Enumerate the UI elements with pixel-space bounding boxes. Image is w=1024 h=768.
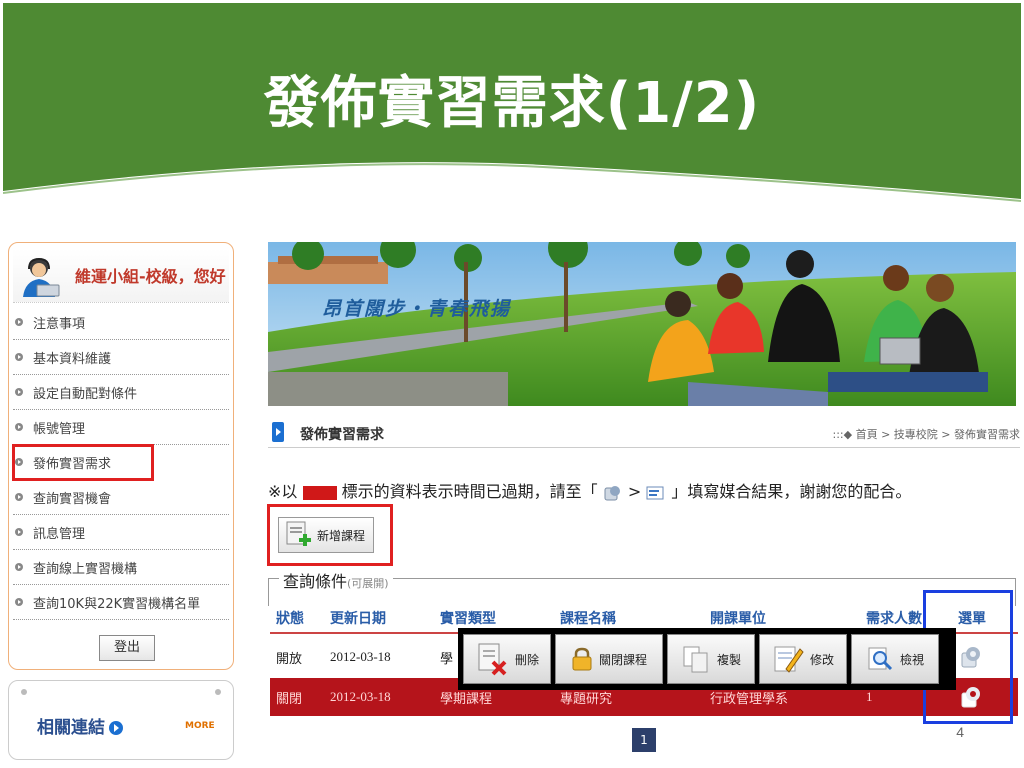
edit-icon [774, 646, 804, 673]
sidebar-item-basic-info[interactable]: 基本資料維護 [13, 340, 229, 375]
breadcrumb[interactable]: :::◆ 首頁 > 技專校院 > 發佈實習需求 [833, 426, 1021, 442]
user-avatar-icon [23, 257, 60, 297]
cell-date: 2012-03-18 [330, 689, 391, 704]
notice-text-2: 標示的資料表示時間已過期，請至「 [341, 482, 598, 501]
new-course-highlight: 新增課程 [267, 504, 393, 566]
close-course-label: 關閉課程 [598, 652, 647, 667]
notice-text-1: ※以 [268, 482, 298, 501]
embedded-screenshot: 維運小組-校級，您好 注意事項 基本資料維護 設定自動配對條件 帳號管理 發佈實… [4, 232, 1020, 762]
view-button[interactable]: 檢視 [851, 634, 939, 684]
sidebar-item-account[interactable]: 帳號管理 [13, 410, 229, 445]
banner-slogan: 昂首闊步・青春飛揚 [322, 298, 512, 320]
query-expand-hint: (可展開) [347, 577, 389, 590]
query-legend[interactable]: 查詢條件(可展開) [279, 568, 393, 592]
sidebar-item-messages[interactable]: 訊息管理 [13, 515, 229, 550]
row-action-popup: 刪除 關閉課程 複製 修改 檢視 [458, 628, 956, 690]
delete-label: 刪除 [514, 652, 539, 667]
cell-status: 開放 [276, 650, 303, 666]
more-link[interactable]: MORE [185, 721, 215, 731]
page-title: 發佈實習需求 [300, 427, 384, 443]
arrow-right-icon [109, 721, 123, 735]
bullet-icon [15, 318, 23, 326]
new-course-label: 新增課程 [317, 528, 366, 543]
query-legend-label: 查詢條件 [283, 572, 348, 591]
slide-title: 發佈實習需求(1/2) [263, 71, 761, 136]
bullet-icon [15, 458, 23, 466]
related-links-box: 相關連結 MORE [8, 680, 234, 760]
sidebar-item-label: 訊息管理 [33, 526, 86, 542]
sidebar-item-10k-22k[interactable]: 查詢10K與22K實習機構名單 [13, 585, 229, 620]
sidebar: 維運小組-校級，您好 注意事項 基本資料維護 設定自動配對條件 帳號管理 發佈實… [8, 242, 234, 670]
copy-label: 複製 [716, 652, 741, 667]
cell-status: 關閉 [276, 690, 303, 706]
bullet-icon [15, 598, 23, 606]
copy-icon [683, 646, 708, 673]
sidebar-menu: 注意事項 基本資料維護 設定自動配對條件 帳號管理 發佈實習需求 查詢實習機會 … [9, 305, 233, 620]
sidebar-item-auto-match[interactable]: 設定自動配對條件 [13, 375, 229, 410]
magnifier-icon [868, 647, 893, 671]
bullet-icon [15, 353, 23, 361]
dot-decoration [21, 689, 27, 695]
edit-button[interactable]: 修改 [759, 634, 847, 684]
view-label: 檢視 [899, 652, 924, 667]
bullet-icon [15, 493, 23, 501]
banner-image: 昂首闊步・青春飛揚 [268, 242, 1016, 406]
pagination-page-1[interactable]: 1 [632, 728, 656, 752]
delete-button[interactable]: 刪除 [463, 634, 551, 684]
edit-label: 修改 [809, 652, 834, 667]
sidebar-item-label: 查詢線上實習機構 [33, 561, 138, 577]
related-links-label: 相關連結 [37, 718, 105, 738]
cell-type: 學 [440, 650, 454, 666]
arrow-right-icon [272, 422, 284, 442]
sidebar-item-search-internship[interactable]: 查詢實習機會 [13, 480, 229, 515]
bullet-icon [15, 388, 23, 396]
bullet-icon [15, 563, 23, 571]
user-greeting: 維運小組-校級，您好 [75, 267, 226, 286]
user-box: 維運小組-校級，您好 [13, 249, 229, 303]
expired-color-swatch [302, 485, 337, 500]
bullet-icon [15, 528, 23, 536]
expired-notice: ※以 標示的資料表示時間已過期，請至「 > 」填寫媒合結果，謝謝您的配合。 [268, 478, 911, 502]
close-course-button[interactable]: 關閉課程 [555, 634, 663, 684]
query-fieldset[interactable]: 查詢條件(可展開) [268, 568, 1016, 606]
lock-icon [572, 647, 592, 671]
bullet-icon [15, 423, 23, 431]
fill-result-icon [646, 486, 664, 499]
col-header-date[interactable]: 更新日期 [330, 604, 386, 632]
notice-gt: > [627, 482, 642, 501]
sidebar-item-label: 基本資料維護 [33, 351, 112, 367]
sidebar-item-label: 查詢10K與22K實習機構名單 [33, 596, 201, 612]
logout-button[interactable]: 登出 [99, 635, 155, 661]
page-title-bar: 發佈實習需求 :::◆ 首頁 > 技專校院 > 發佈實習需求 [268, 418, 1020, 448]
banner-photo [268, 242, 1016, 406]
sidebar-item-label: 查詢實習機會 [33, 491, 112, 507]
menu-gear-icon [604, 485, 620, 500]
col-header-status[interactable]: 狀態 [276, 604, 304, 632]
sidebar-item-notices[interactable]: 注意事項 [13, 305, 229, 340]
dot-decoration [215, 689, 221, 695]
cell-date: 2012-03-18 [330, 649, 391, 664]
new-course-button[interactable]: 新增課程 [278, 517, 374, 553]
copy-button[interactable]: 複製 [667, 634, 755, 684]
sidebar-item-label: 注意事項 [33, 316, 86, 332]
sidebar-item-label: 帳號管理 [33, 421, 86, 437]
sidebar-item-publish-internship[interactable]: 發佈實習需求 [12, 444, 154, 481]
add-document-icon [286, 521, 311, 546]
sidebar-item-online-orgs[interactable]: 查詢線上實習機構 [13, 550, 229, 585]
sidebar-item-label: 設定自動配對條件 [33, 386, 138, 402]
notice-text-3: 」填寫媒合結果，謝謝您的配合。 [671, 482, 912, 501]
slide-number: 4 [956, 724, 964, 740]
sidebar-item-label: 發佈實習需求 [33, 456, 112, 472]
delete-icon [478, 643, 507, 676]
related-links-title: 相關連結 [37, 713, 123, 738]
